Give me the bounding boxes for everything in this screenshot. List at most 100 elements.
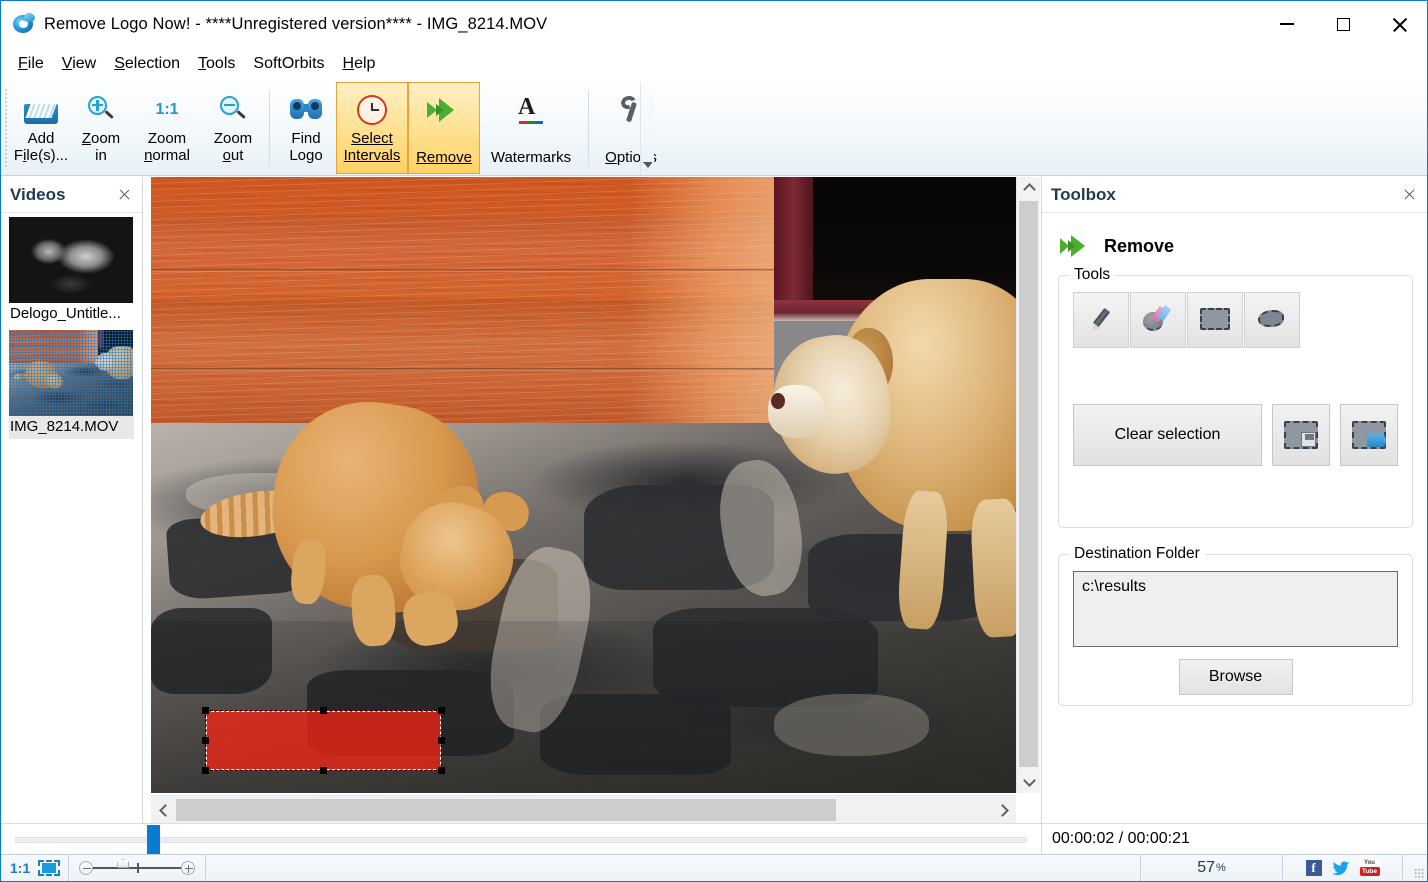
toolbar-button-find-logo[interactable]: Find Logo [276,82,336,174]
toolbar-drag-grip[interactable] [4,88,8,168]
videos-panel-header: Videos [1,177,142,213]
menu-item-softorbits[interactable]: SoftOrbits [244,52,333,76]
tool-button-rectangle-select[interactable] [1187,292,1243,348]
menu-bar: File View Selection Tools SoftOrbits Hel… [1,47,1427,80]
clear-selection-button[interactable]: Clear selection [1073,404,1262,466]
timeline-time-display: 00:00:02 / 00:00:21 [1041,824,1427,855]
destination-path-field[interactable]: c:\results [1073,571,1398,647]
toolbar-button-add-files[interactable]: Add File(s)... [11,82,71,174]
video-name-1: IMG_8214.MOV [9,416,134,439]
window-controls [1259,1,1427,47]
video-list-item-1[interactable]: IMG_8214.MOV [1,326,142,439]
app-logo-icon [13,13,35,35]
minimize-button[interactable] [1259,1,1315,47]
toolbar-label-zoom-normal-1: Zoom [144,130,190,147]
resize-grip[interactable] [1403,855,1427,881]
toolbar-label-select-intervals-2: Intervals [344,147,401,164]
status-zoom-slider[interactable] [69,855,205,881]
toolbar-button-remove[interactable]: Remove [408,82,480,174]
menu-item-help[interactable]: Help [334,52,385,76]
facebook-icon[interactable]: f [1306,860,1322,876]
toolbar-button-zoom-in[interactable]: Zoom in [71,82,131,174]
toolbar-label-add-files-2: File(s)... [14,147,68,164]
toolbar-label-zoom-out-2: out [214,147,252,164]
selection-handle-n[interactable] [320,707,327,714]
zoom-minus-icon[interactable] [79,861,93,875]
status-bar: 1:1 57% f You Tube [1,854,1427,881]
scroll-right-button[interactable] [992,796,1016,824]
rectangle-select-icon [1200,308,1230,332]
menu-item-file[interactable]: File [9,52,53,76]
menu-label-help-rest: elp [354,55,375,72]
green-arrow-icon [427,91,461,129]
save-selection-icon [1284,421,1318,449]
timeline-bar: 00:00:02 / 00:00:21 [1,823,1427,854]
menu-label-view-rest: iew [72,55,96,72]
toolbar-button-options[interactable]: Options [595,82,667,174]
toolbar-button-select-intervals[interactable]: Select Intervals [336,82,408,174]
youtube-icon[interactable]: You Tube [1360,860,1380,876]
zoom-percent-symbol: % [1216,862,1226,874]
green-arrow-icon [1060,235,1090,257]
selection-handle-s[interactable] [320,767,327,774]
youtube-label-top: You [1360,860,1380,867]
menu-item-view[interactable]: View [53,52,105,76]
selection-handle-nw[interactable] [202,707,209,714]
binoculars-icon [290,91,322,129]
toolbar-overflow-button[interactable] [640,82,654,174]
toolbar-button-watermarks[interactable]: A Watermarks [480,82,582,174]
horizontal-scroll-thumb[interactable] [176,799,836,821]
toolbar-label-zoom-out-1: Zoom [214,130,252,147]
cat-subject [220,362,549,658]
video-list-item-0[interactable]: Delogo_Untitle... [1,213,142,326]
close-button[interactable] [1371,1,1427,47]
zoom-plus-icon[interactable] [181,861,195,875]
toolbar-label-zoom-in-2: in [82,147,120,164]
status-zoom-percent: 57% [1141,855,1283,881]
maximize-icon [1337,18,1350,31]
destination-folder-label: Destination Folder [1069,545,1205,563]
selection-handle-sw[interactable] [202,767,209,774]
fit-to-screen-icon[interactable] [38,860,60,876]
zoom-percent-value: 57 [1197,859,1215,877]
selection-handle-ne[interactable] [438,707,445,714]
menu-item-tools[interactable]: Tools [189,52,244,76]
save-selection-button[interactable] [1272,404,1330,466]
selection-handle-e[interactable] [438,737,445,744]
toolbar-label-remove: Remove [416,149,472,166]
canvas-vertical-scrollbar[interactable] [1016,177,1040,793]
timeline-thumb[interactable] [147,825,160,854]
timeline-track[interactable] [15,837,1027,843]
toolbar-label-add-files-1: Add [14,130,68,147]
minimize-icon [1280,23,1294,25]
thumbnail-selection-overlay [9,330,133,416]
browse-button[interactable]: Browse [1179,659,1293,695]
selection-handle-se[interactable] [438,767,445,774]
scroll-left-button[interactable] [151,796,175,824]
load-selection-button[interactable] [1340,404,1398,466]
load-selection-icon [1352,421,1386,449]
logo-selection-rectangle[interactable] [205,710,442,771]
toolbox-close-icon[interactable] [1401,186,1419,204]
status-one-to-one-button[interactable]: 1:1 [1,860,36,876]
selection-handle-w[interactable] [202,737,209,744]
timeline-slider[interactable] [1,824,1041,855]
tool-button-eraser[interactable] [1130,292,1186,348]
status-zoom-mode-cell: 1:1 [1,855,69,881]
menu-item-selection[interactable]: Selection [105,52,189,76]
vertical-scroll-thumb[interactable] [1019,201,1038,767]
tool-button-lasso-select[interactable] [1244,292,1300,348]
application-window: Remove Logo Now! - ****Unregistered vers… [0,0,1428,882]
scroll-down-button[interactable] [1017,771,1041,793]
video-frame-viewport[interactable] [151,177,1016,793]
canvas-horizontal-scrollbar[interactable] [151,795,1016,823]
zoom-in-icon [86,91,116,129]
selection-actions-row: Clear selection [1073,404,1398,466]
scroll-up-button[interactable] [1017,177,1041,199]
maximize-button[interactable] [1315,1,1371,47]
toolbar-button-zoom-out[interactable]: Zoom out [203,82,263,174]
toolbar-button-zoom-normal[interactable]: 1:1 Zoom normal [131,82,203,174]
twitter-icon[interactable] [1332,861,1350,876]
tool-button-pencil[interactable] [1073,292,1129,348]
videos-panel-close-icon[interactable] [116,186,134,204]
